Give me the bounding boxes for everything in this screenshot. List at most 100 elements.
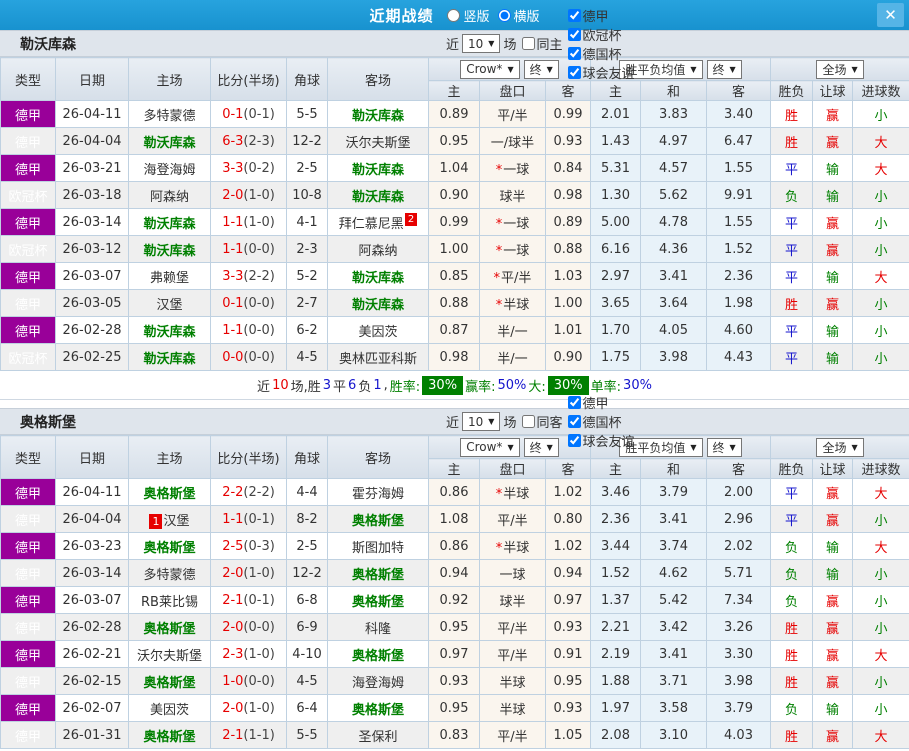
avg-away-odds: 1.98: [707, 290, 771, 317]
favorite-star-icon: *: [494, 271, 501, 286]
same-venue-filter[interactable]: 同客: [516, 412, 562, 431]
handicap-result-flag: 输: [813, 317, 853, 344]
handicap-line: 平/半: [480, 641, 546, 668]
corner-count: 6-2: [287, 317, 328, 344]
fulltime-score: 0-1: [222, 296, 243, 311]
red-card-badge: 1: [149, 514, 162, 529]
away-team: 勒沃库森: [328, 182, 429, 209]
league-checkbox[interactable]: [568, 66, 581, 79]
fulltime-score: 0-0: [222, 350, 243, 365]
fullmatch-select[interactable]: 全场▼: [816, 60, 863, 79]
handicap-result-flag: 赢: [813, 641, 853, 668]
league-checkbox[interactable]: [568, 9, 581, 22]
close-icon[interactable]: ✕: [877, 3, 904, 27]
match-row: 德甲26-02-28勒沃库森1-1(0-0)6-2美因茨0.87半/一1.011…: [1, 317, 909, 344]
halftime-score: (1-0): [243, 701, 274, 716]
handicap-line: *一球: [480, 155, 546, 182]
col-date: 日期: [56, 436, 129, 479]
match-count-select[interactable]: 10 ▼: [462, 34, 500, 53]
away-odds: 1.02: [546, 533, 591, 560]
col-avg-away: 客: [707, 81, 771, 101]
avg-stage-select[interactable]: 终▼: [707, 60, 742, 79]
league-checkbox[interactable]: [568, 28, 581, 41]
same-venue-checkbox[interactable]: [522, 415, 535, 428]
away-odds: 0.91: [546, 641, 591, 668]
match-date: 26-03-07: [56, 587, 129, 614]
same-venue-checkbox[interactable]: [522, 37, 535, 50]
handicap-result-flag: 赢: [813, 128, 853, 155]
recent-matches-table: 类型 日期 主场 比分(半场) 角球 客场 Crow*▼ 终▼ 胜平负均值▼ 终…: [0, 57, 909, 371]
result-flag: 平: [771, 317, 813, 344]
avg-away-odds: 4.43: [707, 344, 771, 371]
handicap-text: 一球: [499, 568, 525, 583]
avg-away-odds: 6.47: [707, 128, 771, 155]
avg-stage-select[interactable]: 终▼: [707, 438, 742, 457]
summary-text: 6: [348, 378, 356, 393]
league-filter-球会友谊[interactable]: 球会友谊: [562, 63, 634, 82]
home-team-name: 多特蒙德: [143, 109, 195, 124]
match-date: 26-03-05: [56, 290, 129, 317]
summary-text: 胜率:: [390, 376, 420, 395]
halftime-score: (1-0): [243, 566, 274, 581]
handicap-line: 球半: [480, 587, 546, 614]
avg-home-odds: 2.21: [591, 614, 641, 641]
league-badge: 德甲: [1, 101, 56, 128]
halftime-score: (0-0): [243, 350, 274, 365]
match-row: 欧冠杯26-03-12勒沃库森1-1(0-0)2-3阿森纳1.00*一球0.88…: [1, 236, 909, 263]
home-team: 勒沃库森: [129, 209, 211, 236]
result-flag: 平: [771, 209, 813, 236]
red-card-badge: 2: [405, 213, 417, 226]
favorite-star-icon: *: [496, 217, 503, 232]
away-team: 奥格斯堡: [328, 560, 429, 587]
fulltime-score: 1-0: [222, 674, 243, 689]
away-team: 勒沃库森: [328, 290, 429, 317]
away-team: 海登海姆: [328, 668, 429, 695]
league-checkbox[interactable]: [568, 396, 581, 409]
col-odds-away: 客: [546, 459, 591, 479]
match-date: 26-02-28: [56, 317, 129, 344]
avg-home-odds: 1.88: [591, 668, 641, 695]
fulltime-score: 2-0: [222, 566, 243, 581]
handicap-result-flag: 赢: [813, 614, 853, 641]
league-filter-德甲[interactable]: 德甲: [562, 6, 634, 25]
match-row: 德甲26-04-041汉堡1-1(0-1)8-2奥格斯堡1.08平/半0.802…: [1, 506, 909, 533]
league-badge: 德甲: [1, 695, 56, 722]
home-odds: 0.93: [429, 668, 480, 695]
league-filter-欧冠杯[interactable]: 欧冠杯: [562, 25, 634, 44]
league-checkbox[interactable]: [568, 47, 581, 60]
league-badge: 德甲: [1, 209, 56, 236]
league-badge: 德甲: [1, 668, 56, 695]
halftime-score: (0-1): [243, 107, 274, 122]
goals-over-under-flag: 大: [853, 155, 909, 182]
league-filter-球会友谊[interactable]: 球会友谊: [562, 431, 634, 450]
same-venue-filter[interactable]: 同主: [516, 34, 562, 53]
home-odds: 0.97: [429, 641, 480, 668]
handicap-line: 一/球半: [480, 128, 546, 155]
league-filter-德国杯[interactable]: 德国杯: [562, 44, 634, 63]
league-filter-德国杯[interactable]: 德国杯: [562, 412, 634, 431]
chevron-down-icon: ▼: [488, 39, 494, 48]
corner-count: 6-8: [287, 587, 328, 614]
home-team: 多特蒙德: [129, 101, 211, 128]
league-badge: 德甲: [1, 128, 56, 155]
away-odds: 0.93: [546, 614, 591, 641]
handicap-line: 半球: [480, 668, 546, 695]
col-home: 主场: [129, 436, 211, 479]
avg-away-odds: 5.71: [707, 560, 771, 587]
away-team: 圣保利: [328, 722, 429, 749]
fullmatch-select[interactable]: 全场▼: [816, 438, 863, 457]
summary-text: 3: [323, 378, 331, 393]
avg-away-odds: 9.91: [707, 182, 771, 209]
league-checkbox[interactable]: [568, 415, 581, 428]
match-count-select[interactable]: 10 ▼: [462, 412, 500, 431]
handicap-text: 平/半: [497, 649, 527, 664]
home-odds: 0.89: [429, 101, 480, 128]
handicap-result-flag: 赢: [813, 506, 853, 533]
goals-over-under-flag: 小: [853, 344, 909, 371]
league-filter-德甲[interactable]: 德甲: [562, 393, 634, 412]
score-cell: 1-1(1-0): [211, 209, 287, 236]
score-cell: 0-1(0-0): [211, 290, 287, 317]
league-checkbox[interactable]: [568, 434, 581, 447]
match-row: 德甲26-04-11多特蒙德0-1(0-1)5-5勒沃库森0.89平/半0.99…: [1, 101, 909, 128]
home-team: 奥格斯堡: [129, 668, 211, 695]
